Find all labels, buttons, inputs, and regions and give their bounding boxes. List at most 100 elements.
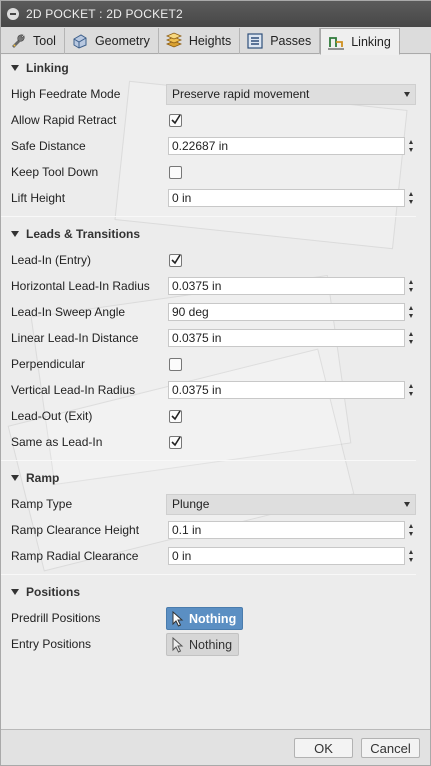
spinner-arrows[interactable]	[407, 304, 416, 320]
operation-dialog: 2D POCKET : 2D POCKET2 Tool Geometry Hei…	[0, 0, 431, 766]
field-label: High Feedrate Mode	[11, 87, 121, 101]
tab-label: Passes	[270, 34, 312, 48]
section-leads-header[interactable]: Leads & Transitions	[1, 223, 430, 245]
tab-label: Heights	[188, 34, 232, 48]
allow-rapid-retract-checkbox[interactable]	[169, 114, 182, 127]
arrow-up-icon	[409, 280, 413, 284]
checkmark-icon	[171, 410, 181, 421]
field-label: Allow Rapid Retract	[11, 113, 117, 127]
tab-passes[interactable]: Passes	[240, 28, 321, 54]
lead-in-sweep-angle-spinner	[168, 303, 416, 321]
checkmark-icon	[171, 114, 181, 125]
ramp-type-select[interactable]: Plunge	[166, 494, 416, 515]
tab-heights[interactable]: Heights	[159, 28, 241, 54]
spinner-arrows[interactable]	[407, 278, 416, 294]
vertical-lead-in-radius-spinner	[168, 381, 416, 399]
section-linking-header[interactable]: Linking	[1, 57, 430, 79]
collapse-triangle-icon	[11, 231, 19, 237]
entry-positions-selection-button[interactable]: Nothing	[166, 633, 240, 656]
lead-in-checkbox[interactable]	[169, 254, 182, 267]
arrow-down-icon	[409, 288, 413, 292]
section-title: Positions	[26, 585, 81, 599]
arrow-up-icon	[409, 192, 413, 196]
row-safe-distance: Safe Distance	[1, 135, 430, 157]
arrow-down-icon	[409, 392, 413, 396]
field-label: Predrill Positions	[11, 611, 101, 625]
arrow-down-icon	[409, 200, 413, 204]
field-label: Ramp Radial Clearance	[11, 549, 139, 563]
arrow-up-icon	[409, 384, 413, 388]
spinner-arrows[interactable]	[407, 522, 416, 538]
lead-in-sweep-angle-input[interactable]	[168, 303, 405, 321]
chevron-down-icon	[404, 502, 410, 507]
safe-distance-spinner	[168, 137, 416, 155]
arrow-up-icon	[409, 524, 413, 528]
field-label: Lead-Out (Exit)	[11, 409, 93, 423]
field-label: Lift Height	[11, 191, 66, 205]
predrill-positions-selection-button[interactable]: Nothing	[166, 607, 244, 630]
collapse-triangle-icon	[11, 475, 19, 481]
ramp-radial-clearance-input[interactable]	[168, 547, 405, 565]
arrow-up-icon	[409, 140, 413, 144]
row-ramp-radial-clearance: Ramp Radial Clearance	[1, 545, 430, 567]
dialog-title: 2D POCKET : 2D POCKET2	[26, 7, 183, 21]
tab-label: Tool	[33, 34, 56, 48]
row-allow-rapid-retract: Allow Rapid Retract	[1, 109, 430, 131]
safe-distance-input[interactable]	[168, 137, 405, 155]
geometry-icon	[73, 34, 87, 49]
cancel-button[interactable]: Cancel	[361, 738, 420, 758]
keep-tool-down-checkbox[interactable]	[169, 166, 182, 179]
tab-label: Geometry	[94, 34, 150, 48]
field-label: Ramp Clearance Height	[11, 523, 140, 537]
parameters-panel[interactable]: Linking High Feedrate Mode Preserve rapi…	[1, 55, 430, 729]
perpendicular-checkbox[interactable]	[169, 358, 182, 371]
passes-icon	[247, 33, 263, 49]
row-predrill-positions: Predrill Positions Nothing	[1, 607, 430, 630]
section-title: Leads & Transitions	[26, 227, 141, 241]
arrow-down-icon	[409, 558, 413, 562]
tab-bar: Tool Geometry Heights Passes Linking	[1, 27, 431, 55]
vertical-lead-in-radius-input[interactable]	[168, 381, 405, 399]
section-title: Ramp	[26, 471, 60, 485]
same-as-lead-in-checkbox[interactable]	[169, 436, 182, 449]
tab-geometry[interactable]: Geometry	[65, 28, 159, 54]
ramp-clearance-height-spinner	[168, 521, 416, 539]
arrow-down-icon	[409, 314, 413, 318]
arrow-down-icon	[409, 340, 413, 344]
linear-lead-in-distance-input[interactable]	[168, 329, 405, 347]
spinner-arrows[interactable]	[407, 138, 416, 154]
spinner-arrows[interactable]	[407, 190, 416, 206]
pointer-cursor-icon	[172, 610, 184, 627]
collapse-triangle-icon	[11, 589, 19, 595]
linking-icon	[328, 36, 345, 50]
section-title: Linking	[26, 61, 69, 75]
dialog-footer: OK Cancel	[1, 729, 430, 765]
spinner-arrows[interactable]	[407, 330, 416, 346]
ramp-clearance-height-input[interactable]	[168, 521, 405, 539]
ok-button[interactable]: OK	[294, 738, 353, 758]
field-label: Entry Positions	[11, 637, 92, 651]
collapse-icon[interactable]	[7, 8, 19, 20]
checkmark-icon	[171, 436, 181, 447]
section-positions-header[interactable]: Positions	[1, 581, 430, 603]
arrow-up-icon	[409, 306, 413, 310]
field-label: Lead-In Sweep Angle	[11, 305, 126, 319]
title-bar[interactable]: 2D POCKET : 2D POCKET2	[1, 1, 431, 27]
tab-tool[interactable]: Tool	[3, 28, 65, 54]
selection-label: Nothing	[189, 637, 233, 652]
row-perpendicular: Perpendicular	[1, 353, 430, 375]
lift-height-input[interactable]	[168, 189, 405, 207]
section-ramp-header[interactable]: Ramp	[1, 467, 430, 489]
high-feedrate-mode-select[interactable]: Preserve rapid movement	[166, 84, 416, 105]
spinner-arrows[interactable]	[407, 382, 416, 398]
lead-out-checkbox[interactable]	[169, 410, 182, 423]
row-same-as-lead-in: Same as Lead-In	[1, 431, 430, 453]
horizontal-lead-in-radius-input[interactable]	[168, 277, 405, 295]
selection-label: Nothing	[189, 611, 237, 626]
row-horizontal-lead-in-radius: Horizontal Lead-In Radius	[1, 275, 430, 297]
select-value: Preserve rapid movement	[172, 87, 310, 101]
arrow-up-icon	[409, 550, 413, 554]
row-keep-tool-down: Keep Tool Down	[1, 161, 430, 183]
tab-linking[interactable]: Linking	[320, 28, 400, 55]
spinner-arrows[interactable]	[407, 548, 416, 564]
